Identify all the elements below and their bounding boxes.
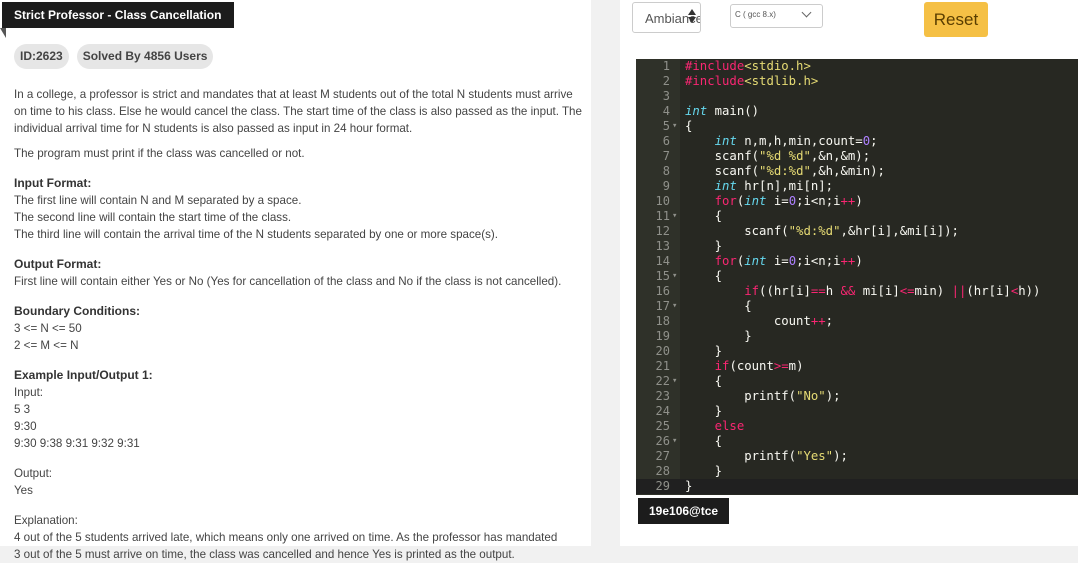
code-line: { [685,434,723,448]
code-line: { [685,299,752,313]
code-line: } [685,404,723,418]
code-line: #include<stdlib.h> [685,74,819,88]
solved-count-badge: Solved By 4856 Users [76,44,214,69]
code-line: if(count>=m) [714,359,804,373]
output-format-heading: Output Format: [14,257,102,271]
input-format-line: The first line will contain N and M sepa… [14,194,302,207]
code-line: } [685,479,693,493]
code-line: count++; [685,314,834,328]
boundary-heading: Boundary Conditions: [14,304,140,318]
description-paragraph: In a college, a professor is strict and … [14,88,582,135]
example-input-line: 9:30 [14,420,37,433]
problem-id-badge: ID:2623 [14,44,69,69]
code-line: scanf("%d %d",&n,&m); [685,149,871,163]
code-editor[interactable]: 1 2 3 4 5 ▾ 6 7 8 9 10 11 ▾ 12 13 14 15 ▾ 16 17 ▾ 18 19 20 21 22 ▾… [636,59,1078,495]
description-paragraph: The program must print if the class was … [14,147,305,160]
boundary-line: 3 <= N <= 50 [14,322,82,335]
explanation-line: 4 out of the 5 students arrived late, wh… [14,531,558,544]
example-input-label: Input: [14,386,44,399]
example-input-line: 9:30 9:38 9:31 9:32 9:31 [14,437,140,450]
problem-panel: Strict Professor - Class Cancellation ID… [0,0,591,561]
compiler-select-value: C ( gcc 8.x) [735,10,776,19]
code-line: } [685,464,723,478]
code-line: { [685,119,693,133]
explanation-label: Explanation: [14,514,78,527]
problem-description: In a college, a professor is strict and … [14,86,584,563]
example-heading: Example Input/Output 1: [14,368,153,382]
compiler-select[interactable]: C ( gcc 8.x) [730,4,823,28]
code-line: } [685,344,723,358]
code-line: scanf("%d:%d",&h,&min); [685,164,885,178]
code-line: else [714,419,745,433]
input-format-line: The second line will contain the start t… [14,211,292,224]
code-line: { [685,374,723,388]
code-line: } [685,239,723,253]
reset-button[interactable]: Reset [924,2,988,37]
select-arrows-icon [688,8,696,26]
explanation-line: 3 out of the 5 must arrive on time, the … [14,548,515,561]
example-output-line: Yes [14,484,33,497]
user-handle: 19e106@tce [638,498,730,524]
code-line: for(int i=0;i<n;i++) [714,194,863,208]
code-line: for(int i=0;i<n;i++) [714,254,863,268]
code-line: printf("No"); [685,389,841,403]
code-line: int hr[n],mi[n]; [714,179,834,193]
code-line: int main() [685,104,760,118]
boundary-line: 2 <= M <= N [14,339,79,352]
example-input-line: 5 3 [14,403,31,416]
example-output-label: Output: [14,467,53,480]
code-line: { [685,209,723,223]
badge-row: ID:2623 Solved By 4856 Users [14,44,214,69]
code-line: } [685,329,752,343]
input-format-line: The third line will contain the arrival … [14,228,498,241]
output-format-line: First line will contain either Yes or No… [14,275,562,288]
code-line: #include<stdio.h> [685,59,811,73]
title-tab-fold [0,28,6,38]
code-line: { [685,269,723,283]
problem-title: Strict Professor - Class Cancellation [2,2,235,28]
code-line: int n,m,h,min,count=0; [714,134,878,148]
input-format-heading: Input Format: [14,176,92,190]
code-line: if((hr[i]==h && mi[i]<=min) ||(hr[i]<h)) [744,284,1041,298]
code-line: printf("Yes"); [685,449,848,463]
code-line: scanf("%d:%d",&hr[i],&mi[i]); [685,224,959,238]
